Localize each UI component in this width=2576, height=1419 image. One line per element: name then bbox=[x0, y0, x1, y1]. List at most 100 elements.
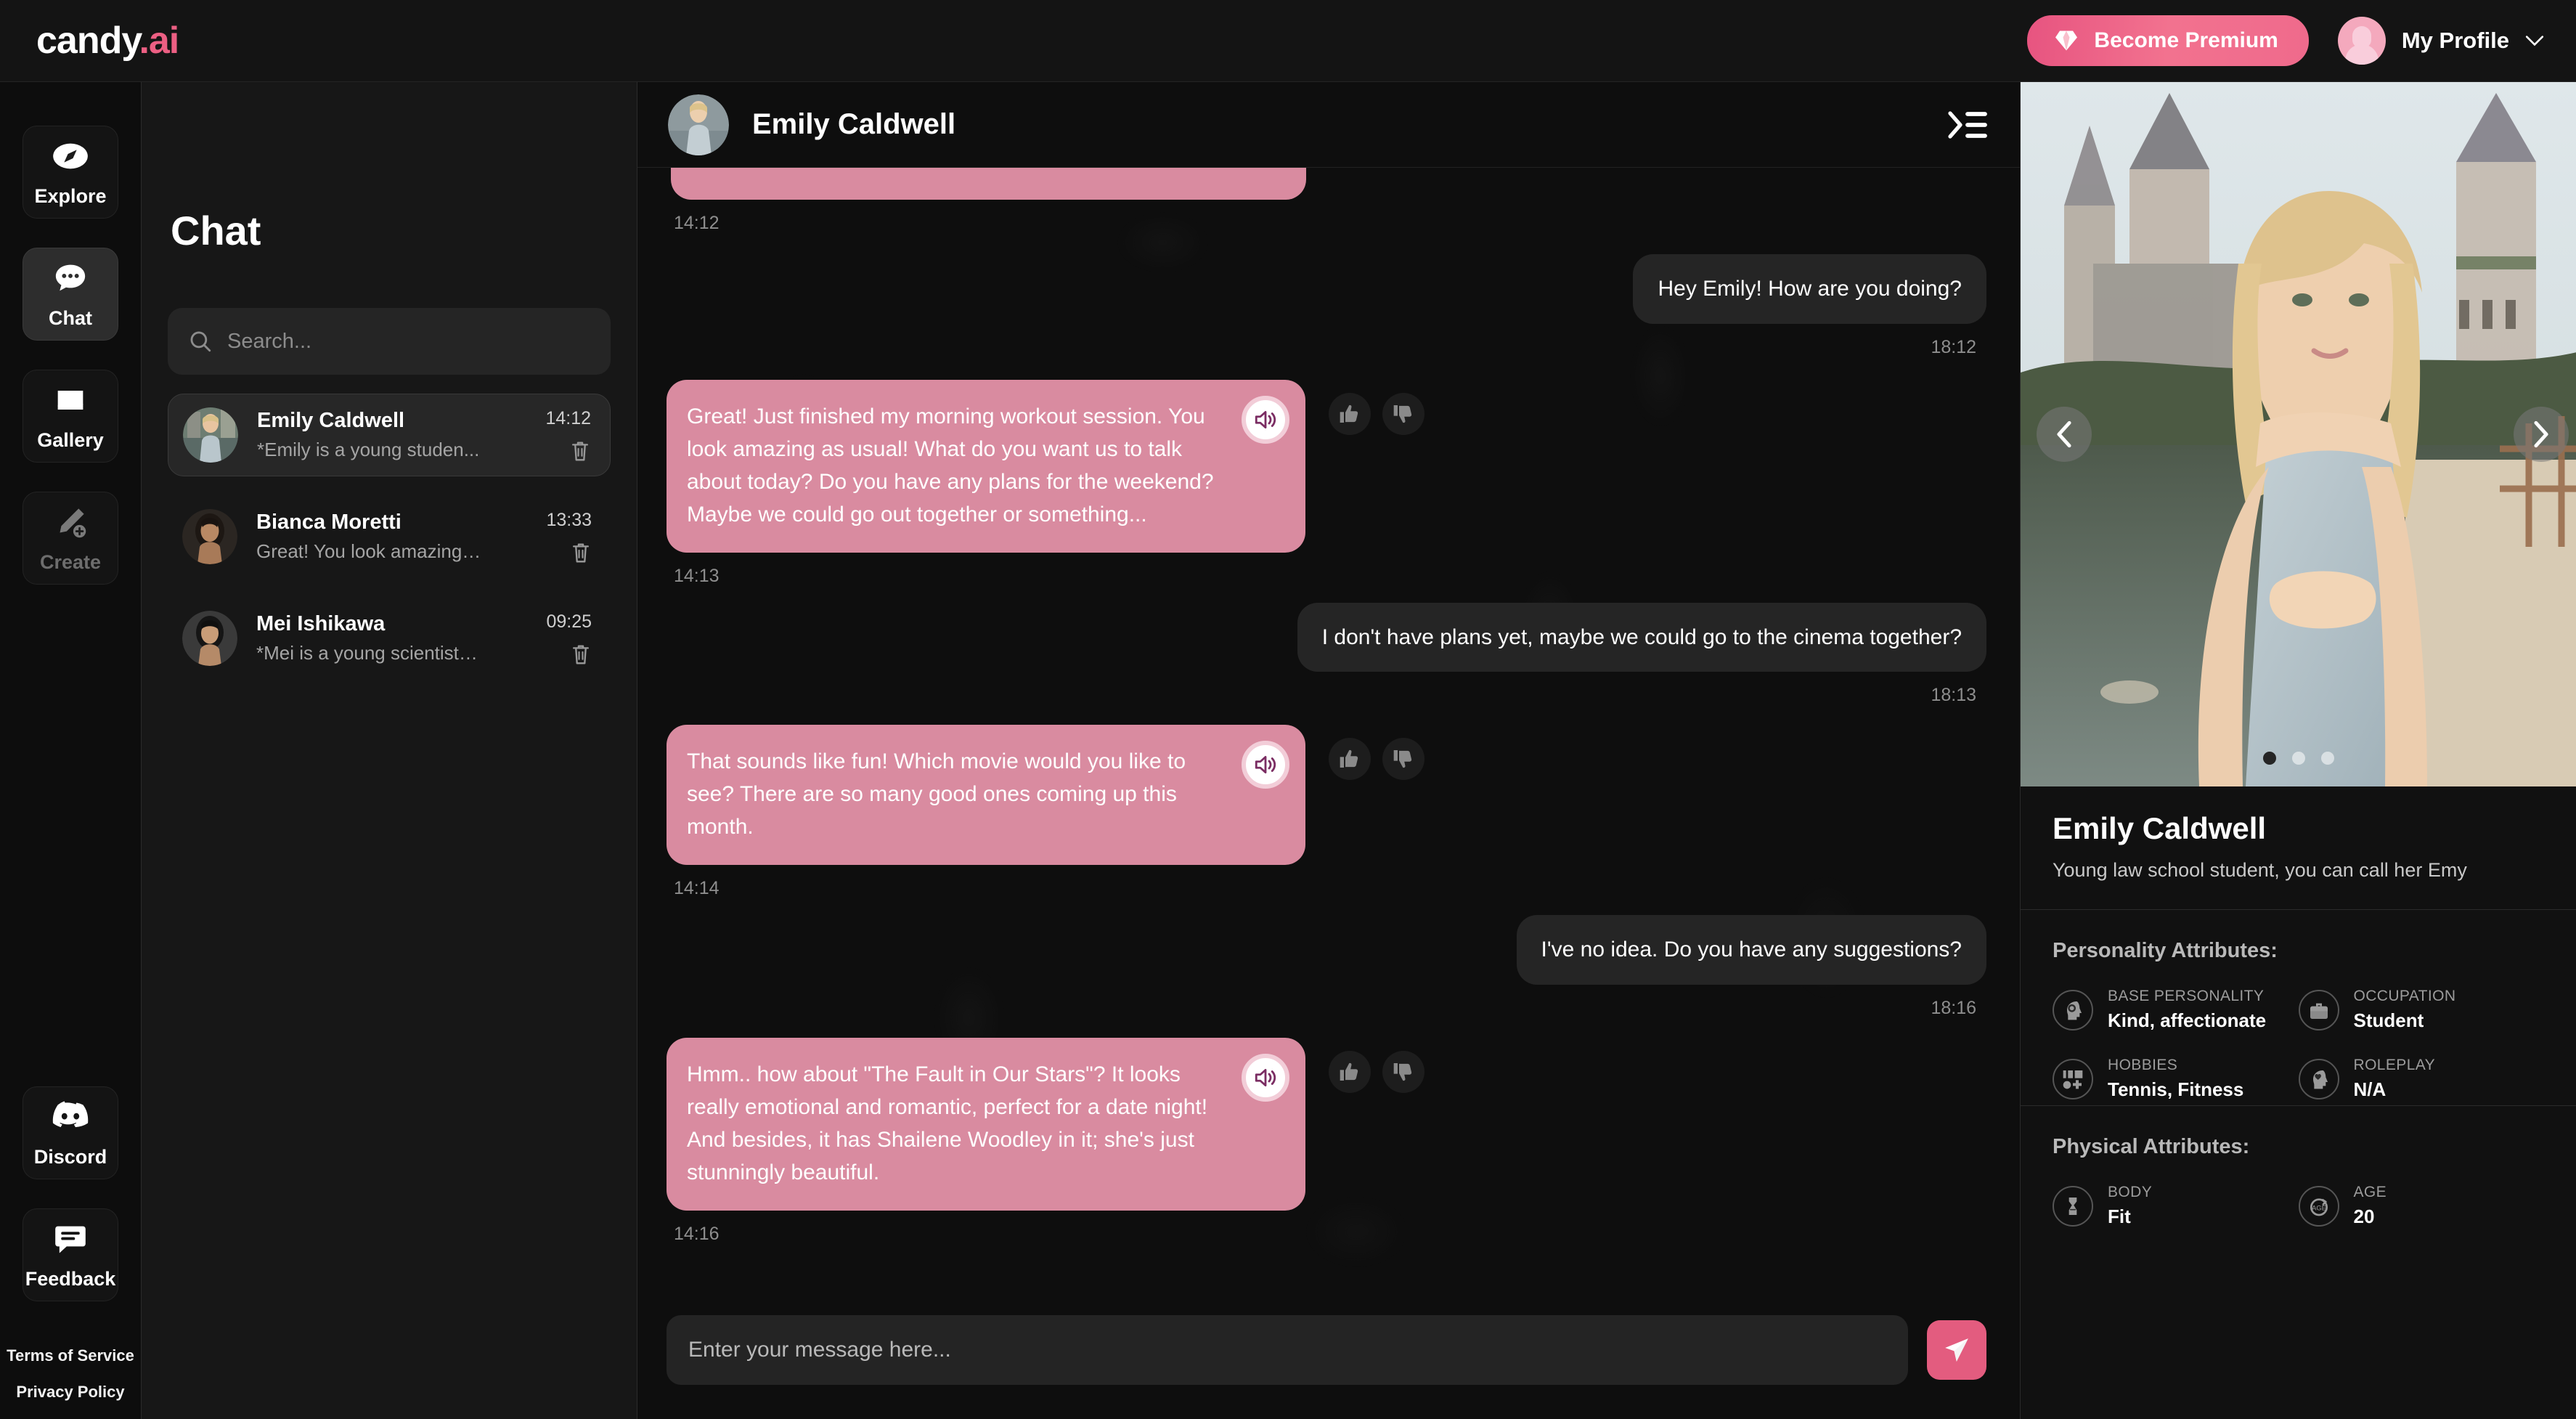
list-item[interactable]: Bianca Moretti Great! You look amazing t… bbox=[168, 495, 611, 578]
message-text: Hmm.. how about "The Fault in Our Stars"… bbox=[687, 1062, 1208, 1184]
avatar bbox=[182, 509, 237, 564]
app-logo[interactable]: candy.ai bbox=[36, 19, 179, 62]
attribute-text: OCCUPATION Student bbox=[2354, 988, 2456, 1032]
message-bubble-user: I've no idea. Do you have any suggestion… bbox=[1516, 915, 1986, 985]
attribute-value: Kind, affectionate bbox=[2108, 1009, 2267, 1031]
play-audio-button[interactable] bbox=[1242, 395, 1289, 444]
sidebar-item-explore[interactable]: Explore bbox=[23, 126, 118, 219]
message-reactions bbox=[1329, 1050, 1424, 1093]
play-audio-button[interactable] bbox=[1242, 741, 1289, 789]
message-bubble-bot: Hmm.. how about "The Fault in Our Stars"… bbox=[667, 1037, 1305, 1211]
section-title: Personality Attributes: bbox=[2053, 939, 2278, 962]
chevron-left-icon bbox=[2057, 420, 2071, 448]
message-timestamp: 14:16 bbox=[674, 1223, 720, 1244]
carousel-dot[interactable] bbox=[2291, 752, 2305, 765]
list-item-name: Bianca Moretti bbox=[256, 511, 402, 534]
list-item-text: Bianca Moretti Great! You look amazing t… bbox=[256, 511, 527, 563]
attribute-key: OCCUPATION bbox=[2353, 988, 2456, 1004]
send-button[interactable] bbox=[1927, 1320, 1986, 1380]
thumbs-down-icon bbox=[1393, 1062, 1412, 1081]
message-input[interactable]: Enter your message here... bbox=[667, 1315, 1908, 1385]
briefcase-icon bbox=[2310, 1003, 2328, 1019]
message-text: That sounds like fun! Which movie would … bbox=[687, 749, 1186, 839]
carousel-prev-button[interactable] bbox=[2037, 407, 2092, 462]
thumbs-up-icon bbox=[1340, 749, 1358, 768]
message-list[interactable]: 14:12 Hey Emily! How are you doing? 18:1… bbox=[637, 168, 2020, 1310]
feedback-icon bbox=[55, 1226, 86, 1253]
thumbs-down-button[interactable] bbox=[1382, 392, 1424, 435]
trash-icon[interactable] bbox=[570, 541, 592, 564]
character-name: Emily Caldwell bbox=[2053, 811, 2267, 845]
logo-text-pink: .ai bbox=[139, 20, 179, 62]
sidebar-item-chat[interactable]: Chat bbox=[23, 248, 118, 341]
list-item-preview: *Emily is a young studen... bbox=[257, 439, 480, 460]
conversation-list-panel: Chat Search... Emily Caldwell *Emily is … bbox=[142, 82, 637, 1419]
hobbies-icon bbox=[2063, 1070, 2083, 1089]
sidebar-item-feedback[interactable]: Feedback bbox=[23, 1208, 118, 1301]
message-timestamp: 18:12 bbox=[1931, 336, 1976, 357]
list-item-time: 13:33 bbox=[546, 509, 592, 530]
trash-icon[interactable] bbox=[569, 439, 591, 463]
become-premium-label: Become Premium bbox=[2094, 28, 2278, 52]
attribute-age: AGE AGE 20 bbox=[2298, 1184, 2545, 1228]
carousel-next-button[interactable] bbox=[2514, 407, 2569, 462]
speaker-icon bbox=[1255, 410, 1276, 428]
message-bubble-bot: Great! Just finished my morning workout … bbox=[667, 379, 1305, 553]
chat-panel: Emily Caldwell 14:12 Hey Emily! How are … bbox=[637, 82, 2020, 1419]
list-item-name: Mei Ishikawa bbox=[256, 612, 386, 635]
profile-menu[interactable]: My Profile bbox=[2337, 17, 2544, 65]
become-premium-button[interactable]: Become Premium bbox=[2027, 15, 2309, 66]
send-icon bbox=[1945, 1338, 1968, 1362]
trash-icon[interactable] bbox=[570, 643, 592, 666]
attribute-value: 20 bbox=[2353, 1205, 2375, 1227]
privacy-policy-link[interactable]: Privacy Policy bbox=[16, 1383, 124, 1402]
thumbs-up-button[interactable] bbox=[1329, 392, 1371, 435]
discord-icon bbox=[52, 1100, 89, 1127]
attribute-occupation: OCCUPATION Student bbox=[2298, 988, 2545, 1032]
message-reactions bbox=[1329, 392, 1424, 435]
message-timestamp: 14:13 bbox=[674, 565, 720, 586]
terms-of-service-link[interactable]: Terms of Service bbox=[7, 1346, 134, 1365]
attribute-hobbies: HOBBIES Tennis, Fitness bbox=[2053, 1057, 2299, 1101]
attribute-icon-wrap: AGE bbox=[2298, 1185, 2339, 1227]
heart-head-icon bbox=[2312, 1070, 2328, 1089]
attribute-text: BASE PERSONALITY Kind, affectionate bbox=[2108, 988, 2266, 1032]
attribute-text: HOBBIES Tennis, Fitness bbox=[2108, 1057, 2243, 1101]
message-row-user: Hey Emily! How are you doing? 18:12 bbox=[667, 254, 1986, 358]
thumbs-down-button[interactable] bbox=[1382, 1050, 1424, 1093]
brain-head-icon bbox=[2067, 1001, 2082, 1020]
list-item-text: Emily Caldwell *Emily is a young studen.… bbox=[257, 409, 526, 461]
collapse-panel-icon[interactable] bbox=[1947, 109, 1988, 141]
top-bar: candy.ai Become Premium My Profile bbox=[0, 0, 2576, 82]
thumbs-up-button[interactable] bbox=[1329, 1050, 1371, 1093]
left-nav-rail: Explore Chat Gallery Create Discord Feed… bbox=[0, 82, 142, 1419]
search-input[interactable]: Search... bbox=[168, 308, 611, 375]
sidebar-item-discord[interactable]: Discord bbox=[23, 1086, 118, 1179]
list-item[interactable]: Mei Ishikawa *Mei is a young scientist f… bbox=[168, 597, 611, 680]
rail-footer-links: Terms of Service Privacy Policy bbox=[7, 1346, 134, 1402]
pencil-plus-icon bbox=[60, 508, 86, 537]
message-timestamp: 18:13 bbox=[1931, 685, 1976, 705]
message-bubble-user: I don't have plans yet, maybe we could g… bbox=[1297, 602, 1986, 672]
list-item-meta: 14:12 bbox=[545, 408, 591, 463]
attribute-key: HOBBIES bbox=[2108, 1057, 2178, 1073]
carousel-dot[interactable] bbox=[2320, 752, 2334, 765]
attribute-icon-wrap bbox=[2053, 989, 2093, 1030]
app-root: candy.ai Become Premium My Profile Explo… bbox=[0, 0, 2576, 1419]
play-audio-button[interactable] bbox=[1242, 1053, 1289, 1102]
attribute-icon-wrap bbox=[2053, 1058, 2093, 1099]
attribute-grid: BASE PERSONALITY Kind, affectionate OCCU… bbox=[2053, 988, 2544, 1101]
sidebar-item-gallery[interactable]: Gallery bbox=[23, 370, 118, 463]
thumbs-up-button[interactable] bbox=[1329, 738, 1371, 780]
thumbs-down-icon bbox=[1393, 404, 1412, 423]
avatar bbox=[2337, 17, 2386, 65]
thumbs-down-button[interactable] bbox=[1382, 738, 1424, 780]
sidebar-item-create[interactable]: Create bbox=[23, 492, 118, 585]
carousel-dot[interactable] bbox=[2262, 752, 2276, 765]
section-title: Physical Attributes: bbox=[2053, 1135, 2250, 1158]
sidebar-item-label: Feedback bbox=[25, 1267, 116, 1290]
avatar bbox=[668, 94, 729, 155]
attribute-key: BODY bbox=[2108, 1184, 2153, 1200]
list-item[interactable]: Emily Caldwell *Emily is a young studen.… bbox=[168, 394, 611, 476]
thumbs-up-icon bbox=[1340, 1062, 1358, 1081]
